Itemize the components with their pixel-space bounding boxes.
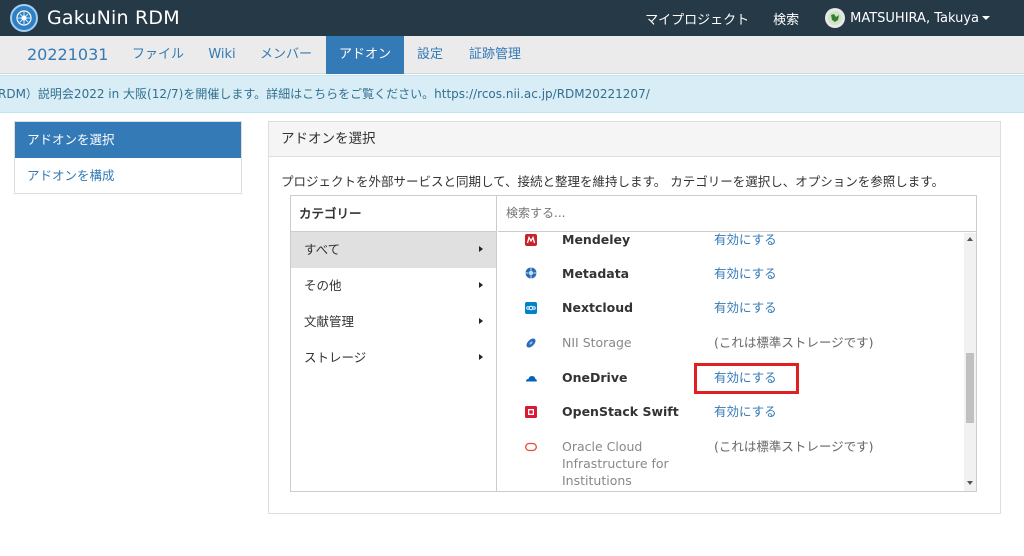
addon-row-openstack-swift: OpenStack Swift 有効にする [498, 401, 964, 431]
user-menu[interactable]: MATSUHIRA, Takuya [825, 8, 990, 28]
brand-name: GakuNin RDM [47, 7, 180, 29]
brand[interactable]: GakuNin RDM [10, 4, 180, 32]
avatar [825, 8, 846, 28]
addon-list: Mendeley 有効にする Metadata 有効にする Nextcloud … [498, 233, 964, 491]
chevron-down-icon [982, 16, 990, 20]
addon-name: NII Storage [562, 335, 632, 350]
sidebar-item-configure-addon[interactable]: アドオンを構成 [15, 158, 241, 194]
addon-name: Nextcloud [562, 300, 634, 315]
category-label: ストレージ [304, 350, 367, 365]
tab-audit-trail[interactable]: 証跡管理 [458, 36, 532, 74]
highlight-box [694, 363, 799, 394]
category-citation[interactable]: 文献管理 [291, 304, 496, 340]
tab-members[interactable]: メンバー [251, 36, 321, 74]
addon-row-nextcloud: Nextcloud 有効にする [498, 297, 964, 327]
addon-search [498, 196, 976, 232]
openstack-icon [525, 406, 537, 418]
category-list: カテゴリー すべて その他 文献管理 ストレージ [291, 196, 497, 491]
tab-files[interactable]: ファイル [123, 36, 193, 74]
scroll-thumb[interactable] [966, 353, 974, 423]
gakunin-logo-icon [10, 4, 38, 32]
nextcloud-icon [525, 302, 537, 314]
tab-wiki[interactable]: Wiki [200, 36, 244, 74]
project-title[interactable]: 20221031 [27, 36, 108, 74]
category-all[interactable]: すべて [291, 232, 496, 268]
tab-settings[interactable]: 設定 [408, 36, 452, 74]
default-storage-note: (これは標準ストレージです) [714, 335, 874, 350]
onedrive-icon [526, 376, 537, 382]
announcement-text[interactable]: RDM）説明会2022 in 大阪(12/7)を開催します。詳細はこちらをご覧く… [0, 76, 650, 112]
chevron-right-icon [479, 246, 483, 252]
category-label: すべて [304, 242, 341, 257]
enable-addon-link[interactable]: 有効にする [714, 299, 777, 316]
panel-title: アドオンを選択 [269, 122, 1000, 157]
announcement-banner: RDM）説明会2022 in 大阪(12/7)を開催します。詳細はこちらをご覧く… [0, 75, 1024, 113]
scroll-down-icon[interactable] [967, 481, 973, 485]
addon-list-column: Mendeley 有効にする Metadata 有効にする [498, 196, 976, 491]
chevron-right-icon [479, 354, 483, 360]
addon-name: Oracle Cloud Infrastructure for Institut… [562, 439, 669, 488]
addon-row-mendeley: Mendeley 有効にする [498, 233, 964, 259]
addon-name: Metadata [562, 266, 630, 281]
enable-addon-link[interactable]: 有効にする [714, 403, 777, 420]
sidebar-item-select-addon[interactable]: アドオンを選択 [15, 122, 241, 158]
default-storage-note: (これは標準ストレージです) [714, 439, 874, 454]
category-storage[interactable]: ストレージ [291, 340, 496, 376]
category-header: カテゴリー [291, 196, 496, 232]
oracle-cloud-icon [525, 442, 537, 452]
user-name: MATSUHIRA, Takuya [850, 10, 979, 26]
chevron-right-icon [479, 318, 483, 324]
addon-row-nii-storage: NII Storage (これは標準ストレージです) [498, 332, 964, 362]
category-label: 文献管理 [304, 314, 355, 329]
enable-addon-link[interactable]: 有効にする [714, 265, 777, 282]
scroll-up-icon[interactable] [967, 237, 973, 241]
search-link[interactable]: 検索 [773, 9, 799, 28]
addon-search-input[interactable] [506, 206, 946, 220]
addon-row-metadata: Metadata 有効にする [498, 263, 964, 293]
metadata-icon [525, 267, 537, 279]
addon-list-scrollbar[interactable] [964, 233, 976, 491]
my-projects-link[interactable]: マイプロジェクト [645, 9, 749, 28]
addon-name: OneDrive [562, 370, 628, 385]
category-other[interactable]: その他 [291, 268, 496, 304]
enable-addon-link[interactable]: 有効にする [714, 233, 777, 248]
addon-row-oracle-cloud: Oracle Cloud Infrastructure for Institut… [498, 436, 964, 491]
nii-storage-icon [526, 338, 536, 348]
mendeley-icon [525, 234, 537, 246]
addon-sidebar: アドオンを選択 アドオンを構成 [14, 121, 242, 194]
addon-browser: カテゴリー すべて その他 文献管理 ストレージ 検索する... Mendele… [290, 195, 977, 492]
project-nav: 20221031 ファイル Wiki メンバー アドオン 設定 証跡管理 [0, 36, 1024, 74]
chevron-right-icon [479, 282, 483, 288]
addon-name: Mendeley [562, 233, 631, 247]
category-label: その他 [304, 278, 342, 293]
addon-name: OpenStack Swift [562, 404, 679, 419]
panel-description: プロジェクトを外部サービスと同期して、接続と整理を維持します。 カテゴリーを選択… [281, 174, 944, 189]
tab-addons[interactable]: アドオン [326, 36, 404, 74]
top-navbar: GakuNin RDM マイプロジェクト 検索 MATSUHIRA, Takuy… [0, 0, 1024, 36]
